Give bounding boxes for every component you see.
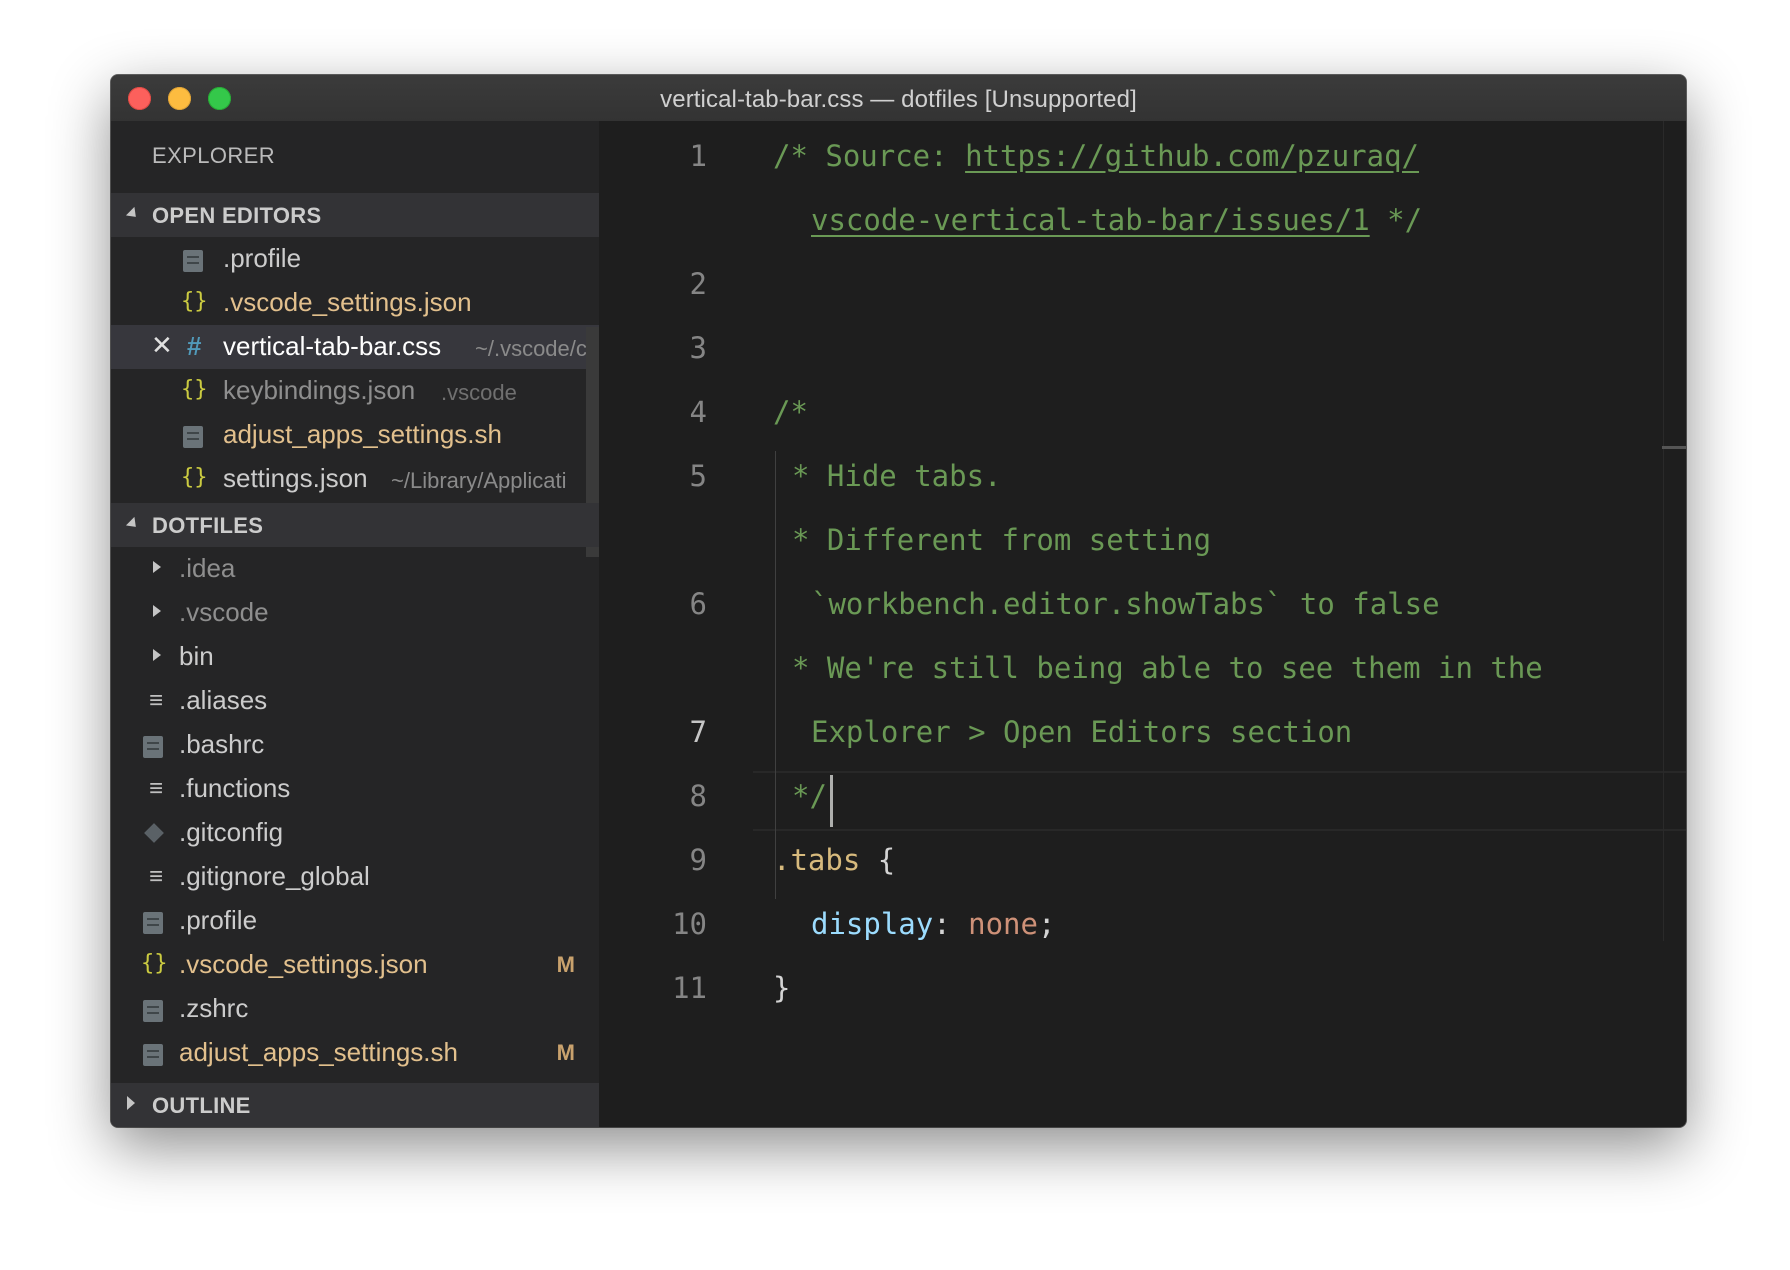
line-number: 3 (689, 331, 707, 365)
file-icon (143, 736, 163, 758)
chevron-right-icon (153, 605, 161, 617)
editor-window: vertical-tab-bar.css — dotfiles [Unsuppo… (111, 75, 1686, 1127)
file-icon (183, 250, 203, 272)
lines-icon: ≡ (149, 687, 164, 714)
modified-badge: M (556, 1040, 575, 1065)
source-link[interactable]: vscode-vertical-tab-bar/issues/1 (811, 203, 1370, 237)
code-line-8: .tabs { (773, 843, 896, 877)
line-number: 1 (689, 139, 707, 173)
line-number: 6 (689, 587, 707, 621)
tree-folder-idea[interactable]: .idea (111, 547, 599, 591)
code-line-3: /* (773, 395, 808, 429)
tree-file-functions[interactable]: ≡ .functions (111, 767, 599, 811)
chevron-right-icon (153, 561, 161, 573)
source-link[interactable]: https://github.com/pzuraq/ (965, 139, 1419, 173)
json-icon: {} (181, 465, 208, 490)
file-icon (143, 1000, 163, 1022)
window-title: vertical-tab-bar.css — dotfiles [Unsuppo… (660, 86, 1137, 113)
tree-file-profile[interactable]: .profile (111, 899, 599, 943)
lines-icon: ≡ (149, 863, 164, 890)
text-cursor (830, 775, 833, 827)
code-line-4: * Hide tabs. (792, 459, 1002, 493)
close-icon[interactable]: ✕ (151, 330, 173, 361)
explorer-title: EXPLORER (152, 143, 276, 168)
open-editor-item-profile[interactable]: .profile (111, 237, 599, 281)
json-icon: {} (181, 289, 208, 314)
current-line-highlight (753, 771, 1686, 831)
tree-file-vscode-settings[interactable]: {} .vscode_settings.json M (111, 943, 599, 987)
chevron-down-icon (125, 206, 141, 222)
tree-folder-bin[interactable]: bin (111, 635, 599, 679)
line-number: 7 (689, 715, 707, 749)
open-editor-item-adjust-apps[interactable]: adjust_apps_settings.sh (111, 413, 599, 457)
code-line-9: display: none; (811, 907, 1056, 941)
code-editor[interactable]: 1 2 3 4 5 6 7 8 9 10 11 /* Source: https… (599, 121, 1686, 1127)
tree-file-bashrc[interactable]: .bashrc (111, 723, 599, 767)
dotfiles-header[interactable]: DOTFILES (111, 503, 599, 547)
code-line-5: * Different from setting (792, 523, 1212, 557)
json-icon: {} (181, 377, 208, 402)
file-icon (143, 912, 163, 934)
code-line-5-wrap: `workbench.editor.showTabs` to false (811, 587, 1440, 621)
outline-header[interactable]: OUTLINE (111, 1083, 599, 1127)
chevron-right-icon (127, 1096, 135, 1110)
open-editors-header[interactable]: OPEN EDITORS (111, 193, 599, 237)
tree-file-gitconfig[interactable]: .gitconfig (111, 811, 599, 855)
open-editor-item-settings[interactable]: {} settings.json ~/Library/Applicati (111, 457, 599, 501)
tree-file-aliases[interactable]: ≡ .aliases (111, 679, 599, 723)
overview-ruler-marker (1662, 446, 1686, 449)
chevron-down-icon (125, 516, 141, 532)
line-number: 2 (689, 267, 707, 301)
code-line-7: */ (792, 779, 827, 813)
tree-file-zshrc[interactable]: .zshrc (111, 987, 599, 1031)
open-editor-item-vertical-tab-bar[interactable]: ✕ # vertical-tab-bar.css ~/.vscode/c (111, 325, 599, 369)
modified-badge: M (556, 952, 575, 977)
lines-icon: ≡ (149, 775, 164, 802)
line-number: 4 (689, 395, 707, 429)
indent-guide (775, 451, 776, 835)
line-number: 11 (672, 971, 707, 1005)
json-icon: {} (141, 951, 168, 976)
css-icon: # (187, 331, 202, 361)
title-bar[interactable]: vertical-tab-bar.css — dotfiles [Unsuppo… (111, 75, 1686, 122)
open-editor-item-vscode-settings[interactable]: {} .vscode_settings.json (111, 281, 599, 325)
tree-file-gitignore-global[interactable]: ≡ .gitignore_global (111, 855, 599, 899)
code-line-6: * We're still being able to see them in … (792, 651, 1543, 685)
file-icon (143, 1044, 163, 1066)
tree-folder-vscode[interactable]: .vscode (111, 591, 599, 635)
code-line-1-wrap: vscode-vertical-tab-bar/issues/1 */ (811, 203, 1423, 237)
git-icon (144, 823, 164, 843)
explorer-sidebar: EXPLORER OPEN EDITORS .profile {} .vscod… (111, 121, 599, 1127)
code-line-10: } (773, 971, 791, 1005)
editor-scrollbar[interactable] (1663, 121, 1664, 941)
line-number: 10 (672, 907, 707, 941)
line-number: 8 (689, 779, 707, 813)
line-number: 9 (689, 843, 707, 877)
file-icon (183, 426, 203, 448)
code-line-6-wrap: Explorer > Open Editors section (811, 715, 1353, 749)
chevron-right-icon (153, 649, 161, 661)
code-line-1: /* Source: https://github.com/pzuraq/ (773, 139, 1420, 173)
tree-file-adjust-apps[interactable]: adjust_apps_settings.sh M (111, 1031, 599, 1075)
open-editor-item-keybindings[interactable]: {} keybindings.json .vscode (111, 369, 599, 413)
line-number: 5 (689, 459, 707, 493)
